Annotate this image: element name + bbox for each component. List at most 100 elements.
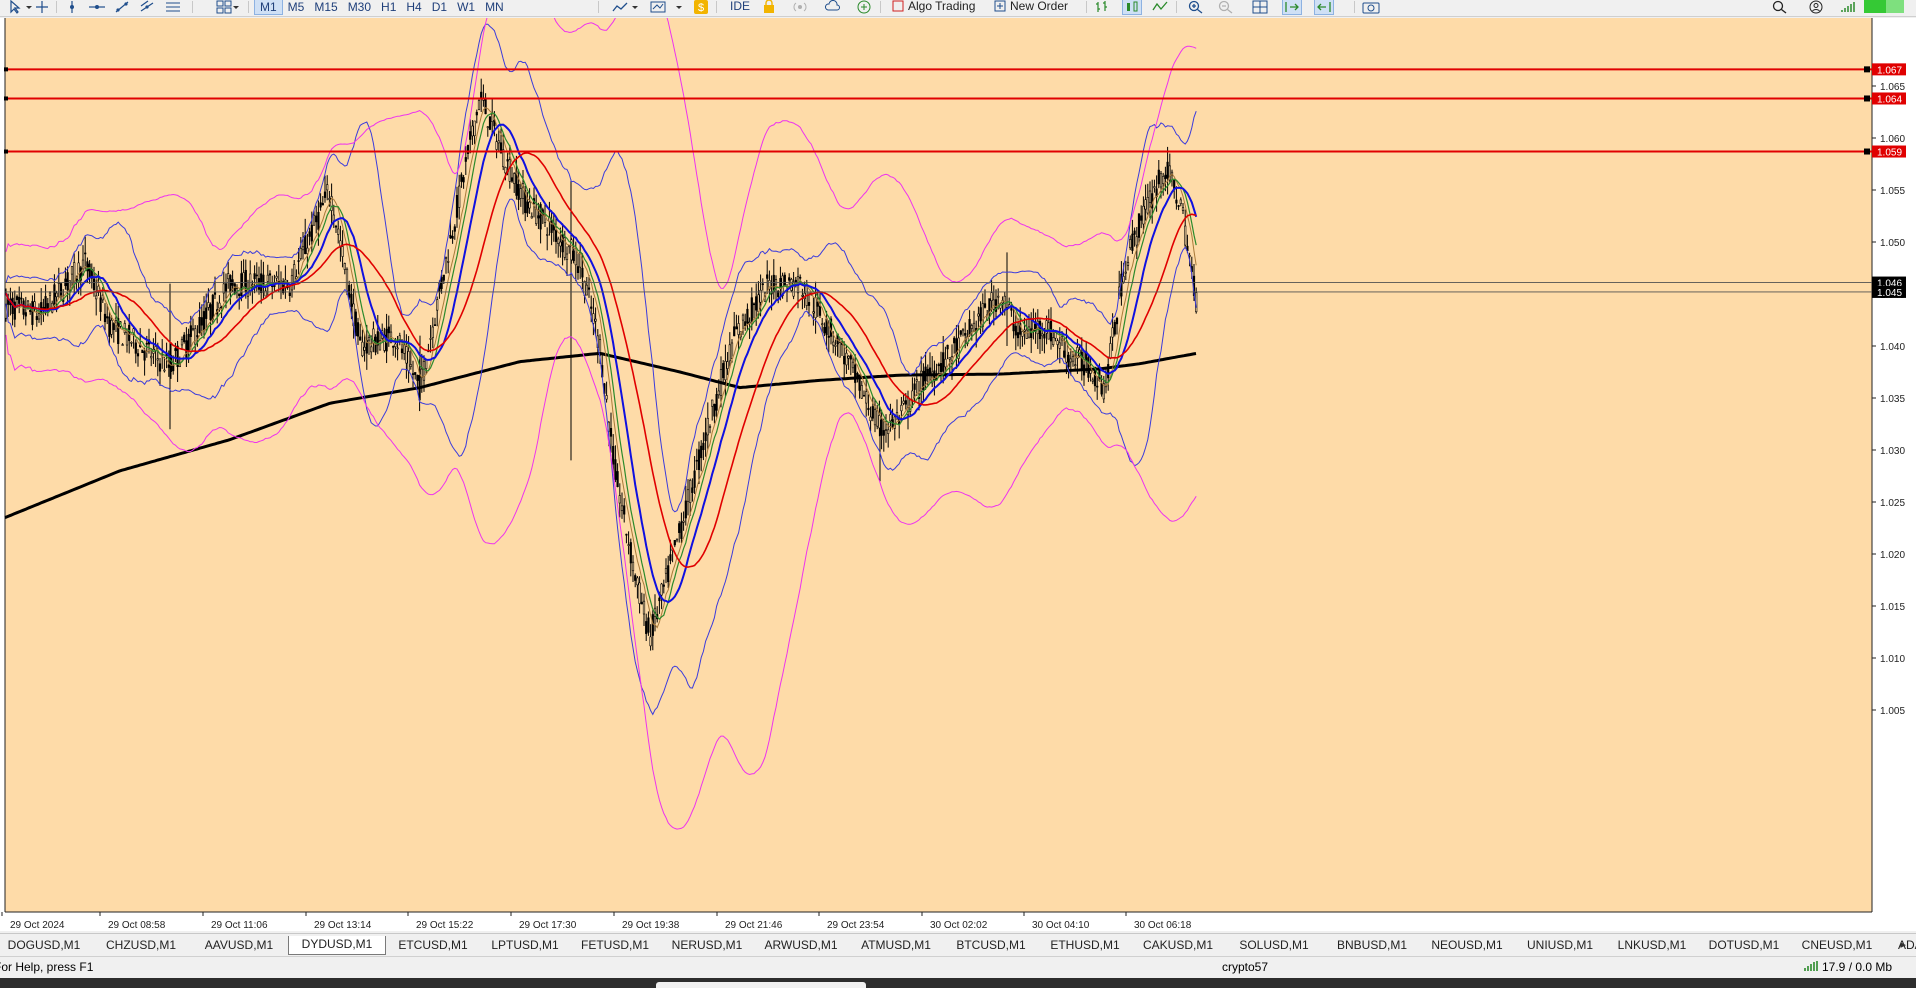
fibonacci-icon[interactable] (164, 0, 182, 14)
symbol-tab-dogusd[interactable]: DOGUSD,M1 (0, 937, 88, 954)
candle-body (737, 323, 740, 335)
symbol-tab-uniusd[interactable]: UNIUSD,M1 (1516, 937, 1604, 954)
candle-body (442, 274, 445, 281)
candle-body (801, 295, 804, 297)
candle-body (209, 304, 212, 321)
symbol-tab-cakusd[interactable]: CAKUSD,M1 (1134, 937, 1222, 954)
symbol-tab-fetusd[interactable]: FETUSD,M1 (572, 937, 658, 954)
horizontal-line-icon[interactable] (88, 0, 106, 14)
level-anchor[interactable] (1864, 95, 1870, 102)
price-tick-label: 1.060 (1880, 134, 1905, 145)
candle-body (913, 383, 916, 390)
price-chart[interactable]: 1.065 1.060 1.055 1.050 1.045 1.040 1.035 1.030… (0, 18, 1916, 931)
candle-body (59, 283, 63, 297)
timeframe-d1[interactable]: D1 (427, 0, 452, 15)
symbol-tab-neousd[interactable]: NEOUSD,M1 (1422, 937, 1512, 954)
candlestick-icon[interactable] (1122, 0, 1142, 15)
symbol-tab-lnkusd[interactable]: LNKUSD,M1 (1608, 937, 1696, 954)
timeframe-bar: M1 M5 M15 M30 H1 H4 D1 W1 MN (254, 0, 509, 15)
indicators-icon[interactable] (650, 0, 666, 14)
screenshot-icon[interactable] (1362, 0, 1380, 14)
chart-canvas[interactable]: 1.065 1.060 1.055 1.050 1.045 1.040 1.035 1.030… (0, 18, 1916, 931)
search-icon[interactable] (1772, 0, 1788, 14)
symbol-tab-solusd[interactable]: SOLUSD,M1 (1226, 937, 1322, 954)
candle-body (774, 279, 778, 285)
crosshair-icon[interactable] (34, 0, 50, 14)
timeframe-m30[interactable]: M30 (343, 0, 376, 15)
symbol-tab-aavusd[interactable]: AAVUSD,M1 (194, 937, 284, 954)
dropdown-arrow-icon[interactable] (233, 0, 239, 14)
symbol-tab-nerusd[interactable]: NERUSD,M1 (662, 937, 752, 954)
lock-icon[interactable] (762, 0, 776, 14)
candle-body (370, 346, 373, 353)
ide-button[interactable]: IDE (730, 0, 750, 14)
symbol-tab-dotusd[interactable]: DOTUSD,M1 (1700, 937, 1788, 954)
candle-body (106, 316, 109, 319)
symbol-tab-dydusd[interactable]: DYDUSD,M1 (288, 936, 386, 955)
symbol-tab-etcusd[interactable]: ETCUSD,M1 (388, 937, 478, 954)
candle-body (838, 342, 841, 358)
candle-body (1021, 331, 1024, 337)
dollar-icon[interactable]: $ (694, 0, 708, 14)
candle-body (684, 500, 687, 519)
candle-body (631, 561, 635, 572)
timeframe-h1[interactable]: H1 (376, 0, 401, 15)
symbol-tab-chzusd[interactable]: CHZUSD,M1 (92, 937, 190, 954)
timeframe-m15[interactable]: M15 (309, 0, 342, 15)
candle-body (1115, 317, 1119, 325)
timeframe-mn[interactable]: MN (480, 0, 509, 15)
candle-body (528, 201, 531, 209)
account-icon[interactable] (1808, 0, 1824, 14)
symbol-tab-lptusd[interactable]: LPTUSD,M1 (482, 937, 568, 954)
candle-body (948, 357, 951, 360)
candle-body (968, 319, 971, 336)
symbol-tab-arwusd[interactable]: ARWUSD,M1 (756, 937, 846, 954)
timeframe-h4[interactable]: H4 (401, 0, 426, 15)
level-anchor[interactable] (1864, 66, 1870, 73)
cloud-icon[interactable] (824, 0, 842, 14)
algo-trading-button[interactable]: Algo Trading (892, 0, 975, 14)
timeframe-m5[interactable]: M5 (283, 0, 310, 15)
symbol-tab-atmusd[interactable]: ATMUSD,M1 (850, 937, 942, 954)
symbol-tab-bnbusd[interactable]: BNBUSD,M1 (1326, 937, 1418, 954)
candle-body (526, 201, 529, 214)
channel-icon[interactable] (139, 0, 155, 14)
candle-body (1069, 358, 1072, 363)
level-anchor[interactable] (4, 67, 8, 72)
bar-chart-icon[interactable] (1094, 0, 1110, 14)
new-order-button[interactable]: New Order (994, 0, 1068, 14)
vps-icon[interactable] (856, 0, 872, 14)
trendline-icon[interactable] (114, 0, 130, 14)
tab-scroll-right-icon[interactable]: ▸ (1900, 938, 1906, 951)
candle-body (207, 302, 210, 308)
vertical-line-icon[interactable] (64, 0, 80, 14)
symbol-tab-ethusd[interactable]: ETHUSD,M1 (1040, 937, 1130, 954)
autoscroll-icon[interactable] (1282, 0, 1302, 15)
candle-body (1025, 329, 1028, 339)
candle-body (554, 230, 558, 242)
dropdown-arrow-icon[interactable] (26, 0, 32, 14)
candle-body (620, 505, 624, 511)
symbol-tab-btcusd[interactable]: BTCUSD,M1 (946, 937, 1036, 954)
candle-body (167, 364, 170, 368)
timeframe-w1[interactable]: W1 (452, 0, 480, 15)
tile-windows-icon[interactable] (1252, 0, 1268, 14)
cursor-icon[interactable] (8, 0, 24, 14)
candle-body (405, 346, 408, 364)
shapes-icon[interactable] (216, 0, 232, 14)
timeframe-m1[interactable]: M1 (254, 0, 283, 15)
symbol-tab-cneusd[interactable]: CNEUSD,M1 (1792, 937, 1882, 954)
level-anchor[interactable] (1864, 148, 1870, 155)
dropdown-arrow-icon[interactable] (632, 0, 638, 14)
line-chart-icon[interactable] (1152, 0, 1168, 14)
dropdown-arrow-icon[interactable] (676, 0, 682, 14)
candle-body (422, 361, 426, 381)
zoom-out-icon[interactable] (1218, 0, 1234, 14)
zoom-in-icon[interactable] (1188, 0, 1204, 14)
level-anchor[interactable] (4, 96, 8, 101)
candle-body (1096, 385, 1099, 388)
level-anchor[interactable] (4, 149, 8, 154)
chart-type-icon[interactable] (612, 0, 628, 14)
signal-icon[interactable] (792, 0, 808, 14)
chart-shift-icon[interactable] (1314, 0, 1334, 15)
